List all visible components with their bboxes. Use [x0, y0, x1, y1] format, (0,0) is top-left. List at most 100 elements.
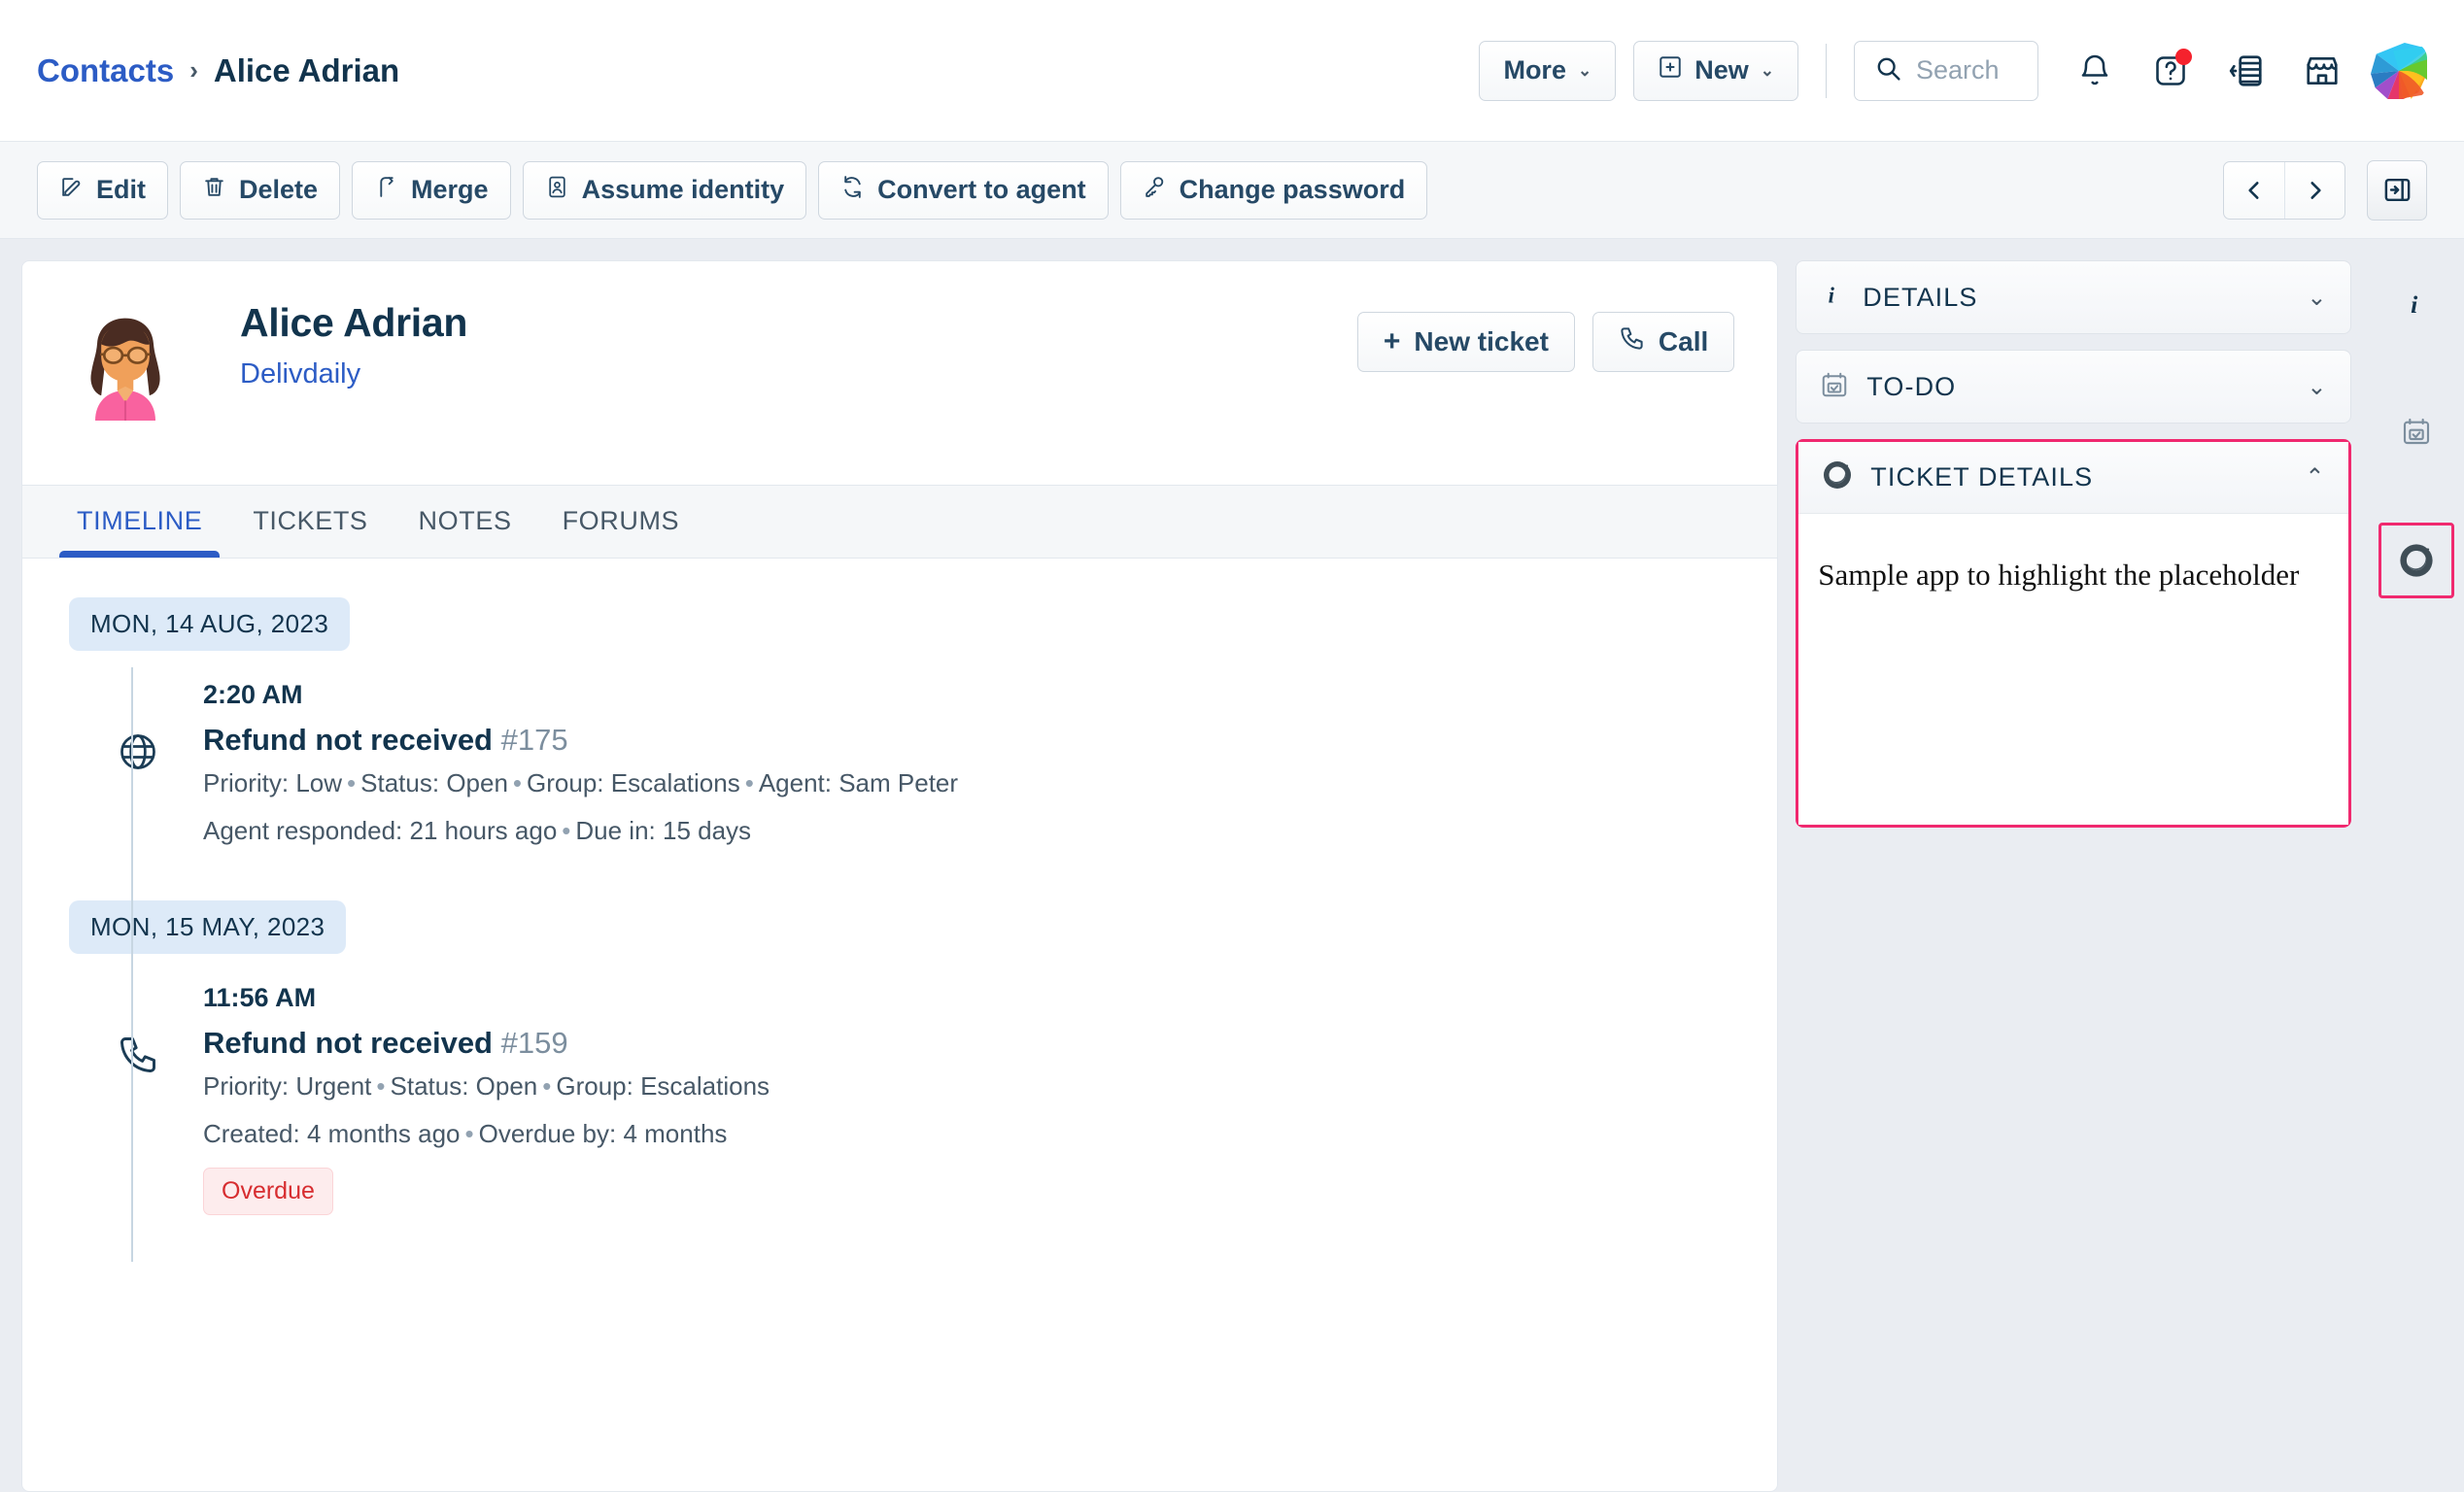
chevron-down-icon: ⌄ — [2307, 284, 2327, 311]
header-actions: More ⌄ New ⌄ Search — [1479, 40, 2427, 102]
timeline-item[interactable]: 11:56 AM Refund not received #159 Priori… — [22, 983, 1777, 1215]
person-card-icon — [545, 175, 569, 206]
search-placeholder: Search — [1916, 55, 2000, 85]
sidebar-icon-rail: i — [2369, 260, 2464, 1492]
right-sidebar: i DETAILS ⌄ TO-DO ⌄ TICKET DETAILS ⌃ Sam… — [1796, 260, 2351, 1492]
edit-button[interactable]: Edit — [37, 160, 168, 220]
merge-button[interactable]: Merge — [352, 160, 511, 220]
next-record-button[interactable] — [2284, 161, 2344, 219]
help-notification-dot — [2175, 48, 2192, 65]
panel-details-header[interactable]: i DETAILS ⌄ — [1797, 261, 2349, 333]
meta-agent-responded: Agent responded: 21 hours ago — [203, 816, 558, 845]
timeline-item-time: 2:20 AM — [203, 680, 303, 709]
phone-icon — [1619, 325, 1645, 358]
new-ticket-label: New ticket — [1414, 326, 1549, 356]
timeline-item-meta-secondary: Agent responded: 21 hours ago • Due in: 15… — [203, 816, 752, 845]
freshworks-logo[interactable] — [2371, 42, 2427, 99]
assume-identity-button[interactable]: Assume identity — [522, 160, 807, 220]
tab-timeline[interactable]: TIMELINE — [51, 484, 227, 558]
chevron-down-icon: ⌄ — [2307, 373, 2327, 400]
change-password-label: Change password — [1179, 175, 1406, 204]
panel-ticket-details: TICKET DETAILS ⌃ Sample app to highlight… — [1796, 439, 2351, 828]
avatar — [65, 300, 186, 421]
panel-todo-header[interactable]: TO-DO ⌄ — [1797, 351, 2349, 423]
action-toolbar: Edit Delete Merge Assume identity Conver… — [0, 142, 2464, 239]
chevron-down-icon: ⌄ — [1577, 60, 1592, 80]
tab-notes[interactable]: NOTES — [394, 484, 537, 558]
rail-info-italic-i-icon[interactable]: i — [2381, 270, 2451, 340]
panel-details-title: DETAILS — [1863, 282, 1978, 312]
plus-icon: + — [1383, 325, 1401, 357]
more-button[interactable]: More ⌄ — [1479, 40, 1617, 101]
timeline-item-title[interactable]: Refund not received #159 — [203, 1026, 770, 1061]
panel-ticket-details-body: Sample app to highlight the placeholder — [1798, 514, 2348, 825]
delete-button[interactable]: Delete — [180, 160, 341, 220]
rail-spiral-app-icon[interactable] — [2378, 523, 2454, 598]
bell-icon[interactable] — [2064, 40, 2126, 102]
new-ticket-button[interactable]: + New ticket — [1356, 312, 1575, 372]
timeline-item-meta-secondary: Created: 4 months ago • Overdue by: 4 mont… — [203, 1119, 728, 1148]
meta-overdue-by: Overdue by: 4 months — [478, 1119, 728, 1148]
meta-status: Status: Open — [390, 1071, 538, 1101]
marketplace-storefront-icon[interactable] — [2291, 40, 2353, 102]
prev-next-group — [2223, 160, 2345, 220]
timeline-connector — [131, 970, 133, 1262]
meta-status: Status: Open — [360, 768, 508, 797]
breadcrumb-contacts-link[interactable]: Contacts — [37, 52, 174, 89]
merge-label: Merge — [411, 175, 489, 204]
ticket-number: #159 — [500, 1026, 568, 1060]
new-plus-box-icon — [1658, 54, 1683, 86]
info-italic-i-icon: i — [1820, 281, 1845, 315]
timeline-group: MON, 15 MAY, 2023 11:56 AM Refund not re… — [22, 846, 1777, 1262]
panel-ticket-details-header[interactable]: TICKET DETAILS ⌃ — [1798, 442, 2348, 514]
timeline-item-meta-primary: Priority: Urgent • Status: Open • Group: Esc… — [203, 1071, 770, 1101]
timeline-connector — [131, 846, 133, 972]
timeline-item-time: 11:56 AM — [203, 983, 317, 1012]
meta-group: Group: Escalations — [556, 1071, 770, 1101]
change-password-button[interactable]: Change password — [1119, 160, 1428, 220]
assume-identity-label: Assume identity — [581, 175, 785, 204]
calendar-check-icon — [1820, 370, 1849, 404]
new-button[interactable]: New ⌄ — [1633, 40, 1798, 101]
merge-arrow-icon — [374, 175, 398, 206]
previous-record-button[interactable] — [2224, 162, 2284, 219]
more-label: More — [1503, 55, 1566, 85]
tab-tickets[interactable]: TICKETS — [227, 484, 393, 558]
contact-main-card: Alice Adrian Delivdaily + New ticket Cal… — [21, 260, 1779, 1492]
new-label: New — [1694, 55, 1749, 85]
company-link[interactable]: Delivdaily — [240, 358, 467, 390]
svg-text:i: i — [1829, 283, 1835, 307]
collapse-panel-icon[interactable] — [2367, 159, 2427, 220]
tab-forums[interactable]: FORUMS — [537, 484, 705, 558]
page-body: Alice Adrian Delivdaily + New ticket Cal… — [0, 239, 2464, 1492]
call-label: Call — [1658, 326, 1709, 356]
search-input[interactable]: Search — [1854, 40, 2038, 101]
call-button[interactable]: Call — [1591, 312, 1735, 372]
app-header: Contacts › Alice Adrian More ⌄ New ⌄ Sea… — [0, 0, 2464, 142]
panel-ticket-details-title: TICKET DETAILS — [1870, 462, 2094, 492]
help-question-icon[interactable] — [2139, 40, 2202, 102]
profile-action-buttons: + New ticket Call — [1356, 300, 1735, 372]
breadcrumb-current: Alice Adrian — [213, 51, 400, 88]
timeline-item[interactable]: 2:20 AM Refund not received #175 Priorit… — [22, 680, 1777, 846]
delete-label: Delete — [239, 175, 319, 204]
meta-group: Group: Escalations — [527, 768, 740, 797]
timeline-date-chip: MON, 14 AUG, 2023 — [69, 597, 351, 651]
meta-priority: Priority: Low — [203, 768, 343, 797]
timeline-item-meta-primary: Priority: Low • Status: Open • Group: Escala… — [203, 768, 959, 797]
pencil-square-icon — [59, 175, 84, 206]
breadcrumb-separator-icon: › — [189, 55, 198, 85]
page-title: Alice Adrian — [240, 300, 468, 345]
panel-todo: TO-DO ⌄ — [1796, 350, 2351, 424]
switch-product-icon[interactable] — [2215, 40, 2277, 102]
panel-details: i DETAILS ⌄ — [1796, 260, 2351, 334]
rail-calendar-check-icon[interactable] — [2381, 396, 2451, 466]
status-badge: Overdue — [203, 1168, 333, 1215]
globe-icon — [104, 680, 172, 846]
meta-due-in: Due in: 15 days — [575, 816, 752, 845]
timeline-date-chip: MON, 15 MAY, 2023 — [69, 900, 347, 954]
contact-profile: Alice Adrian Delivdaily + New ticket Cal… — [22, 261, 1777, 485]
timeline-item-title[interactable]: Refund not received #175 — [203, 723, 958, 758]
convert-to-agent-button[interactable]: Convert to agent — [818, 160, 1109, 220]
ticket-subject: Refund not received — [203, 1026, 493, 1060]
